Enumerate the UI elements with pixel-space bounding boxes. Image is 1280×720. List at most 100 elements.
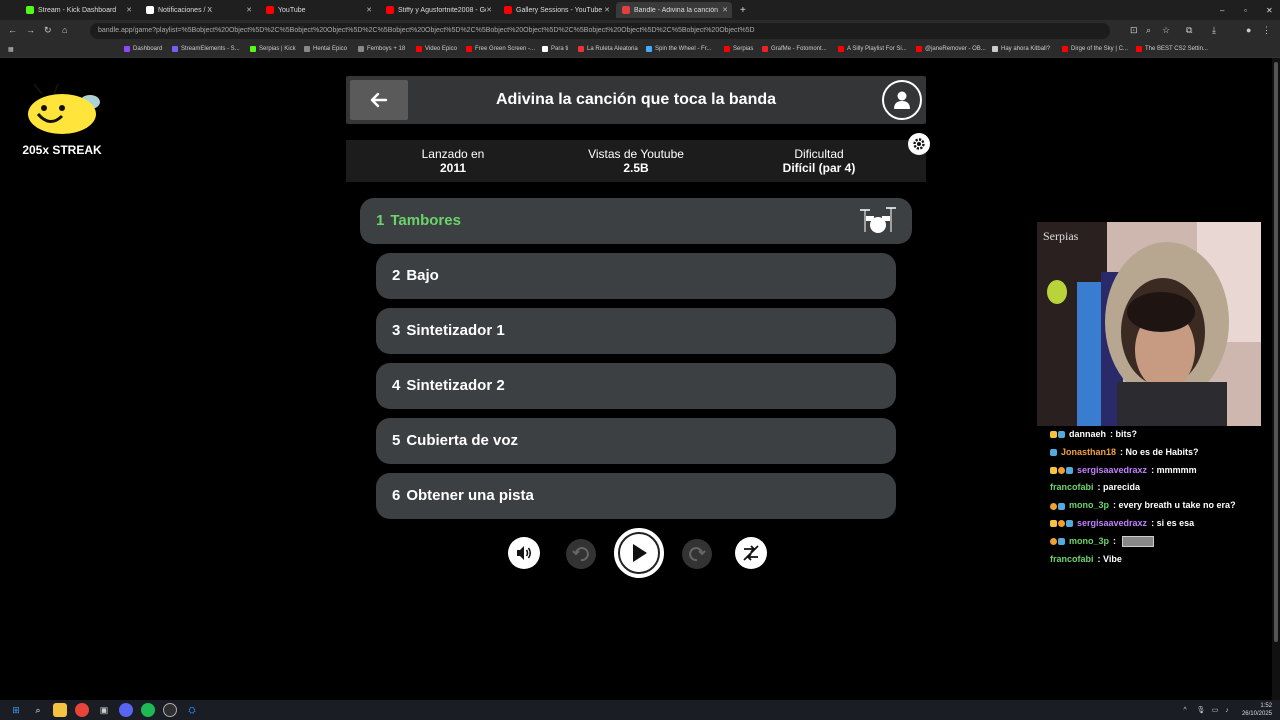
bookmarks-bar: ▦ Dashboard StreamElements - S... Serpia… <box>0 42 1280 58</box>
streak-label: 205x STREAK <box>22 143 102 157</box>
back-button[interactable] <box>350 80 408 120</box>
chat-emote-image <box>1122 536 1155 548</box>
extensions-icon[interactable]: ⧉ <box>1186 25 1192 36</box>
close-tab-icon[interactable]: ✕ <box>486 6 492 14</box>
chat-message: francofabi: Vibe <box>1050 553 1122 564</box>
track-item-synth-1[interactable]: 3 Sintetizador 1 <box>376 308 896 354</box>
close-tab-icon[interactable]: ✕ <box>604 6 610 14</box>
back-icon[interactable]: ← <box>8 25 17 35</box>
youtube-icon <box>504 6 512 14</box>
discord-icon[interactable] <box>119 703 133 717</box>
speaker-icon <box>517 546 532 560</box>
rewind-button[interactable] <box>566 539 596 569</box>
menu-icon[interactable]: ⋮ <box>1262 25 1271 36</box>
bookmark[interactable]: Spin the Wheel - Fr... <box>646 46 711 52</box>
close-tab-icon[interactable]: ✕ <box>366 6 372 14</box>
url-input[interactable]: bandle.app/game?playlist=%5Bobject%20Obj… <box>90 23 1110 39</box>
browser-tab[interactable]: YouTube ✕ <box>260 2 376 18</box>
browser-tab[interactable]: Notificaciones / X ✕ <box>140 2 256 18</box>
windows-start-icon[interactable]: ⊞ <box>9 703 23 717</box>
bookmark[interactable]: Video Epico <box>416 46 457 52</box>
bookmark[interactable]: @janeRemover - OB... <box>916 46 986 52</box>
close-window-icon[interactable]: ✕ <box>1260 2 1279 18</box>
chat-message: Jonasthan18: No es de Habits? <box>1050 444 1272 462</box>
steam-icon[interactable]: ⛭ <box>185 703 199 717</box>
profile-avatar[interactable]: ● <box>1246 25 1251 35</box>
install-icon[interactable]: ⊡ <box>1130 25 1138 36</box>
bookmark[interactable]: Free Green Screen -... <box>466 46 535 52</box>
bookmark[interactable]: Serpias <box>724 46 753 52</box>
stream-chat: dannaeh: bits? Jonasthan18: No es de Hab… <box>1050 426 1272 568</box>
search-icon[interactable]: ⌕ <box>31 703 45 717</box>
close-tab-icon[interactable]: ✕ <box>126 6 132 14</box>
download-icon[interactable]: ⤓ <box>1212 25 1216 36</box>
volume-tray-icon[interactable]: ♪ <box>1220 703 1234 717</box>
windows-taskbar: ⊞ ⌕ ▣ ⛭ ^ 🎙 ▭ ♪ 1:52 26/10/2025 <box>0 700 1280 720</box>
forward-button[interactable] <box>682 539 712 569</box>
profile-button[interactable] <box>882 80 922 120</box>
new-tab-button[interactable]: + <box>734 2 748 18</box>
minimize-icon[interactable]: – <box>1214 2 1230 18</box>
apps-icon[interactable]: ▦ <box>8 46 14 53</box>
home-icon[interactable]: ⌂ <box>62 25 67 35</box>
kick-icon <box>26 6 34 14</box>
tray-chevron-icon[interactable]: ^ <box>1178 703 1192 717</box>
microphone-icon[interactable]: 🎙 <box>1194 703 1208 717</box>
reload-icon[interactable]: ↻ <box>44 25 52 36</box>
pencil-badge-icon <box>1050 431 1057 439</box>
volume-button[interactable] <box>508 537 540 569</box>
close-tab-icon[interactable]: ✕ <box>722 6 728 14</box>
close-tab-icon[interactable]: ✕ <box>246 6 252 14</box>
zoom-icon[interactable]: ⌕ <box>1146 25 1151 36</box>
bookmark[interactable]: GrafMe - Fotomont... <box>762 46 827 52</box>
scrollbar-thumb[interactable] <box>1274 62 1278 642</box>
track-item-synth-2[interactable]: 4 Sintetizador 2 <box>376 363 896 409</box>
bookmark[interactable]: A Silly Playlist For Si... <box>838 46 907 52</box>
chrome-icon[interactable] <box>75 703 89 717</box>
app-icon[interactable]: ▣ <box>97 703 111 717</box>
settings-button[interactable] <box>908 133 930 155</box>
chat-message: mono_3p: every breath u take no era? <box>1050 497 1272 515</box>
browser-tab-active[interactable]: Bandle - Adivina la canción, un✕ <box>616 2 732 18</box>
bookmark[interactable]: Femboys + 18 <box>358 46 405 52</box>
release-year-info: Lanzado en 2011 <box>421 147 485 175</box>
bookmark[interactable]: The BEST CS2 Settin... <box>1136 46 1208 52</box>
browser-tab[interactable]: Gallery Sessions - YouTube ✕ <box>498 2 614 18</box>
chat-message: dannaeh: bits? <box>1050 426 1272 444</box>
gift-badge-icon <box>1058 466 1065 474</box>
pencil-badge-icon <box>1050 520 1057 528</box>
track-item-get-hint[interactable]: 6 Obtener una pista <box>376 473 896 519</box>
forward-icon[interactable]: → <box>26 25 35 35</box>
track-item-drums[interactable]: 1 Tambores <box>360 198 912 244</box>
forward-icon <box>689 547 706 562</box>
browser-tab[interactable]: Stiffy y Agusfortnite2008 - Goti ✕ <box>380 2 496 18</box>
browser-tab[interactable]: Stream - Kick Dashboard ✕ <box>20 2 136 18</box>
bookmark[interactable]: Para ti <box>542 46 568 52</box>
sub-badge-icon <box>1066 466 1073 474</box>
file-explorer-icon[interactable] <box>53 703 67 717</box>
bookmark[interactable]: Dashboard <box>124 46 162 52</box>
bookmark[interactable]: Hay ahora Kitball? <box>992 46 1050 52</box>
skip-button[interactable] <box>735 537 767 569</box>
bee-mascot-icon <box>28 83 100 134</box>
track-item-vocal-cover[interactable]: 5 Cubierta de voz <box>376 418 896 464</box>
user-icon <box>894 91 910 109</box>
bookmark[interactable]: Dirge of the Sky | C... <box>1062 46 1128 52</box>
bookmark[interactable]: La Ruleta Aleatoria <box>578 46 638 52</box>
play-icon <box>633 544 647 562</box>
play-button[interactable] <box>614 528 664 578</box>
bookmark[interactable]: Hentai Epico <box>304 46 347 52</box>
track-item-bass[interactable]: 2 Bajo <box>376 253 896 299</box>
scrollbar[interactable] <box>1272 58 1280 700</box>
webcam-overlay-text: Serpias <box>1043 229 1079 243</box>
system-clock[interactable]: 1:52 26/10/2025 <box>1242 702 1272 718</box>
bookmark[interactable]: Serpias | Kick <box>250 46 296 52</box>
webcam-overlay: Serpias <box>1037 222 1261 426</box>
bookmark[interactable]: StreamElements - S... <box>172 46 240 52</box>
sub-badge-icon <box>1058 502 1065 510</box>
obs-icon[interactable] <box>163 703 177 717</box>
spotify-icon[interactable] <box>141 703 155 717</box>
sub-badge-icon <box>1066 520 1073 528</box>
bookmark-star-icon[interactable]: ☆ <box>1162 25 1170 36</box>
maximize-icon[interactable]: ▫ <box>1238 2 1253 18</box>
